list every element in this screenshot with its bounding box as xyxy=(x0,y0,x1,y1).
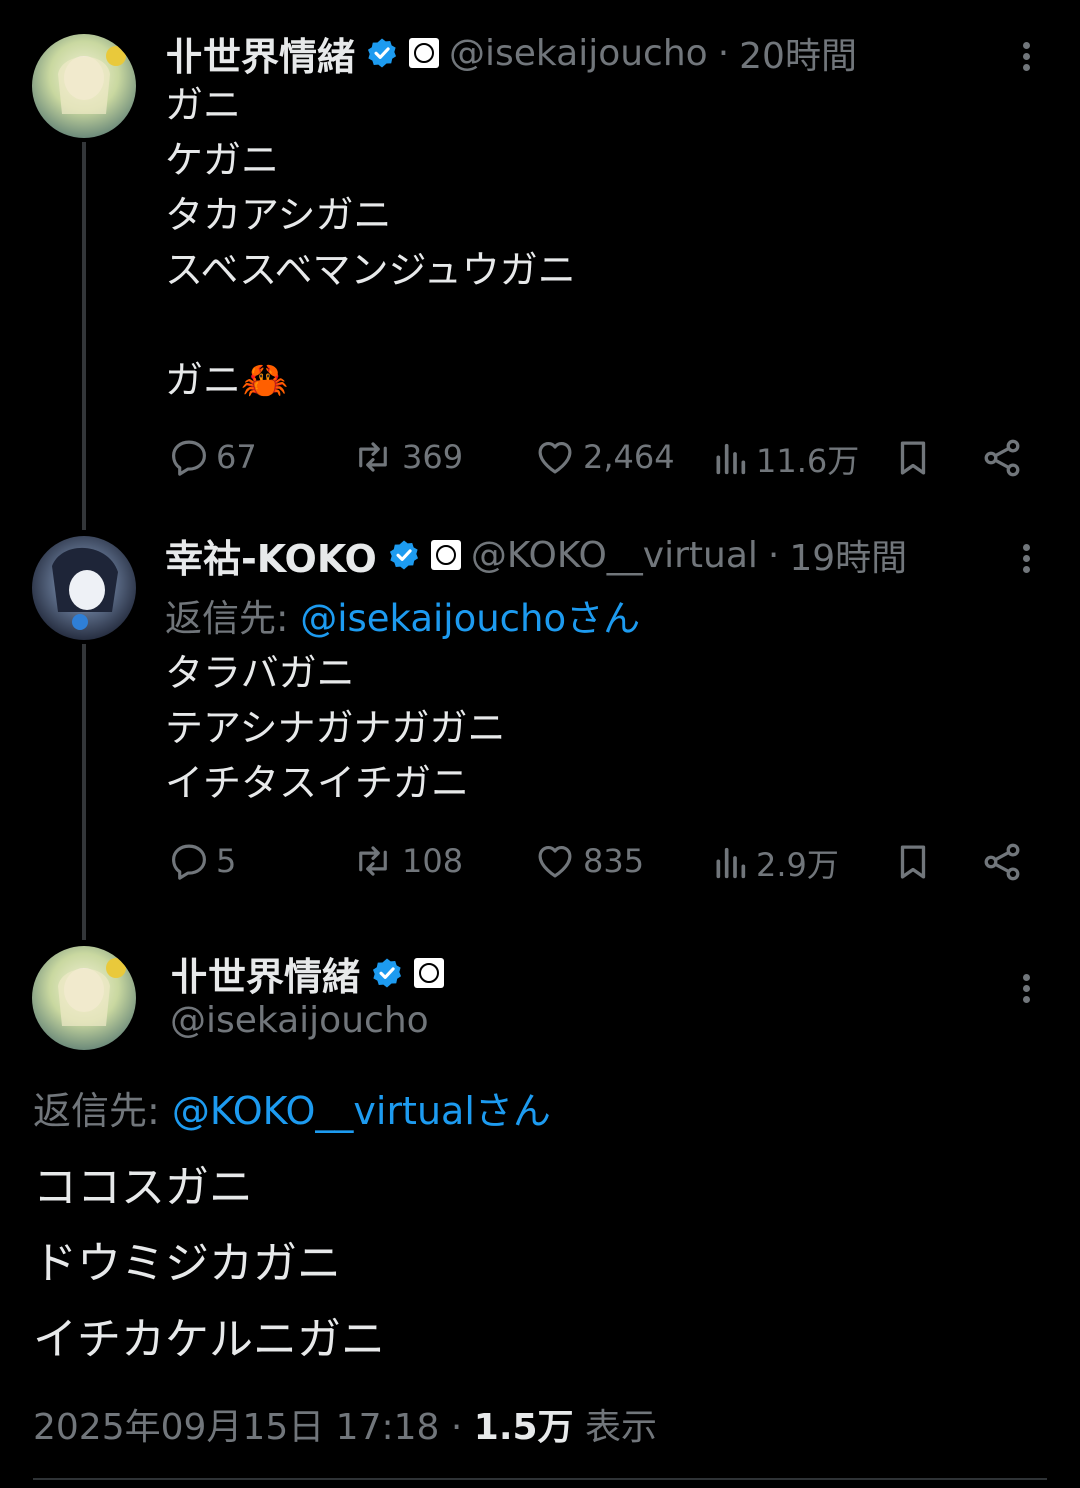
bookmark-button[interactable] xyxy=(892,436,934,480)
avatar[interactable] xyxy=(32,34,136,138)
timestamp[interactable]: 19時間 xyxy=(789,529,907,581)
display-name[interactable]: 卝世界情緒 xyxy=(170,946,360,1001)
like-button[interactable]: 2,464 xyxy=(533,436,675,478)
like-count: 835 xyxy=(583,842,645,880)
avatar-image-icon xyxy=(32,946,136,1050)
bookmark-button[interactable] xyxy=(892,840,934,884)
views-icon xyxy=(710,438,750,480)
reply-label: 返信先: xyxy=(165,597,301,640)
views-count: 1.5万 xyxy=(473,1407,574,1448)
tweet-text: タラバガニ テアシナガナガガニ イチタスイチガニ xyxy=(165,651,506,805)
display-name[interactable]: 卝世界情緒 xyxy=(165,26,355,81)
share-button[interactable] xyxy=(980,840,1024,884)
verified-icon xyxy=(387,538,421,572)
reply-label: 返信先: xyxy=(33,1089,172,1133)
handle[interactable]: @KOKO__virtual xyxy=(471,535,758,576)
views-count: 11.6万 xyxy=(756,442,860,480)
share-icon xyxy=(980,840,1024,884)
reply-mention-link[interactable]: @isekaijouchoさん xyxy=(300,597,640,640)
timestamp[interactable]: 20時間 xyxy=(739,27,857,79)
like-icon xyxy=(533,436,577,478)
divider xyxy=(33,1478,1047,1480)
separator-dot: · xyxy=(767,534,780,576)
avatar[interactable] xyxy=(32,536,136,640)
bookmark-icon xyxy=(892,840,934,884)
post-date[interactable]: 2025年09月15日 17:18 xyxy=(33,1407,439,1448)
avatar[interactable] xyxy=(32,946,136,1050)
tweet-text: ココスガニ ドウミジカガニ イチカケルニガニ xyxy=(33,1162,385,1365)
avatar-image-icon xyxy=(32,34,136,138)
bookmark-icon xyxy=(892,436,934,480)
tweet-meta: 2025年09月15日 17:18 · 1.5万 表示 xyxy=(33,1398,657,1450)
more-icon[interactable] xyxy=(1020,38,1032,75)
affiliate-badge-icon[interactable] xyxy=(414,958,445,988)
retweet-button[interactable]: 369 xyxy=(350,436,463,478)
separator-dot: · xyxy=(717,32,730,74)
views-button[interactable]: 11.6万 xyxy=(710,436,859,482)
avatar-image-icon xyxy=(32,536,136,640)
handle[interactable]: @isekaijoucho xyxy=(449,33,708,74)
retweet-count: 108 xyxy=(402,842,464,880)
reply-context: 返信先: @isekaijouchoさん xyxy=(165,588,640,642)
affiliate-badge-icon[interactable] xyxy=(409,38,440,68)
more-icon[interactable] xyxy=(1020,970,1032,1007)
verified-icon xyxy=(370,956,404,990)
retweet-icon xyxy=(350,436,396,478)
display-name[interactable]: 幸祜-KOKO xyxy=(165,528,377,583)
share-icon xyxy=(980,436,1024,480)
thread-line xyxy=(82,142,86,530)
like-count: 2,464 xyxy=(583,438,675,476)
tweet-text: ガニ ケガニ タカアシガニ スベスベマンジュウガニ ガニ🦀 xyxy=(165,83,576,402)
share-button[interactable] xyxy=(980,436,1024,480)
retweet-count: 369 xyxy=(402,438,464,476)
reply-mention-link[interactable]: @KOKO__virtualさん xyxy=(172,1089,551,1133)
verified-icon xyxy=(365,36,399,70)
handle[interactable]: @isekaijoucho xyxy=(170,1000,429,1041)
retweet-button[interactable]: 108 xyxy=(350,840,463,882)
reply-count: 67 xyxy=(216,438,257,476)
more-icon[interactable] xyxy=(1020,540,1032,577)
separator-dot: · xyxy=(439,1407,474,1448)
thread-line xyxy=(82,644,86,940)
views-label: 表示 xyxy=(573,1407,658,1448)
like-button[interactable]: 835 xyxy=(533,840,644,882)
reply-icon xyxy=(168,840,210,882)
like-icon xyxy=(533,840,577,882)
retweet-icon xyxy=(350,840,396,882)
reply-button[interactable]: 67 xyxy=(168,436,257,478)
views-count: 2.9万 xyxy=(756,846,839,884)
views-icon xyxy=(710,842,750,884)
reply-context: 返信先: @KOKO__virtualさん xyxy=(33,1080,551,1135)
affiliate-badge-icon[interactable] xyxy=(430,540,461,570)
views-button[interactable]: 2.9万 xyxy=(710,840,839,886)
reply-icon xyxy=(168,436,210,478)
reply-button[interactable]: 5 xyxy=(168,840,236,882)
reply-count: 5 xyxy=(216,842,237,880)
